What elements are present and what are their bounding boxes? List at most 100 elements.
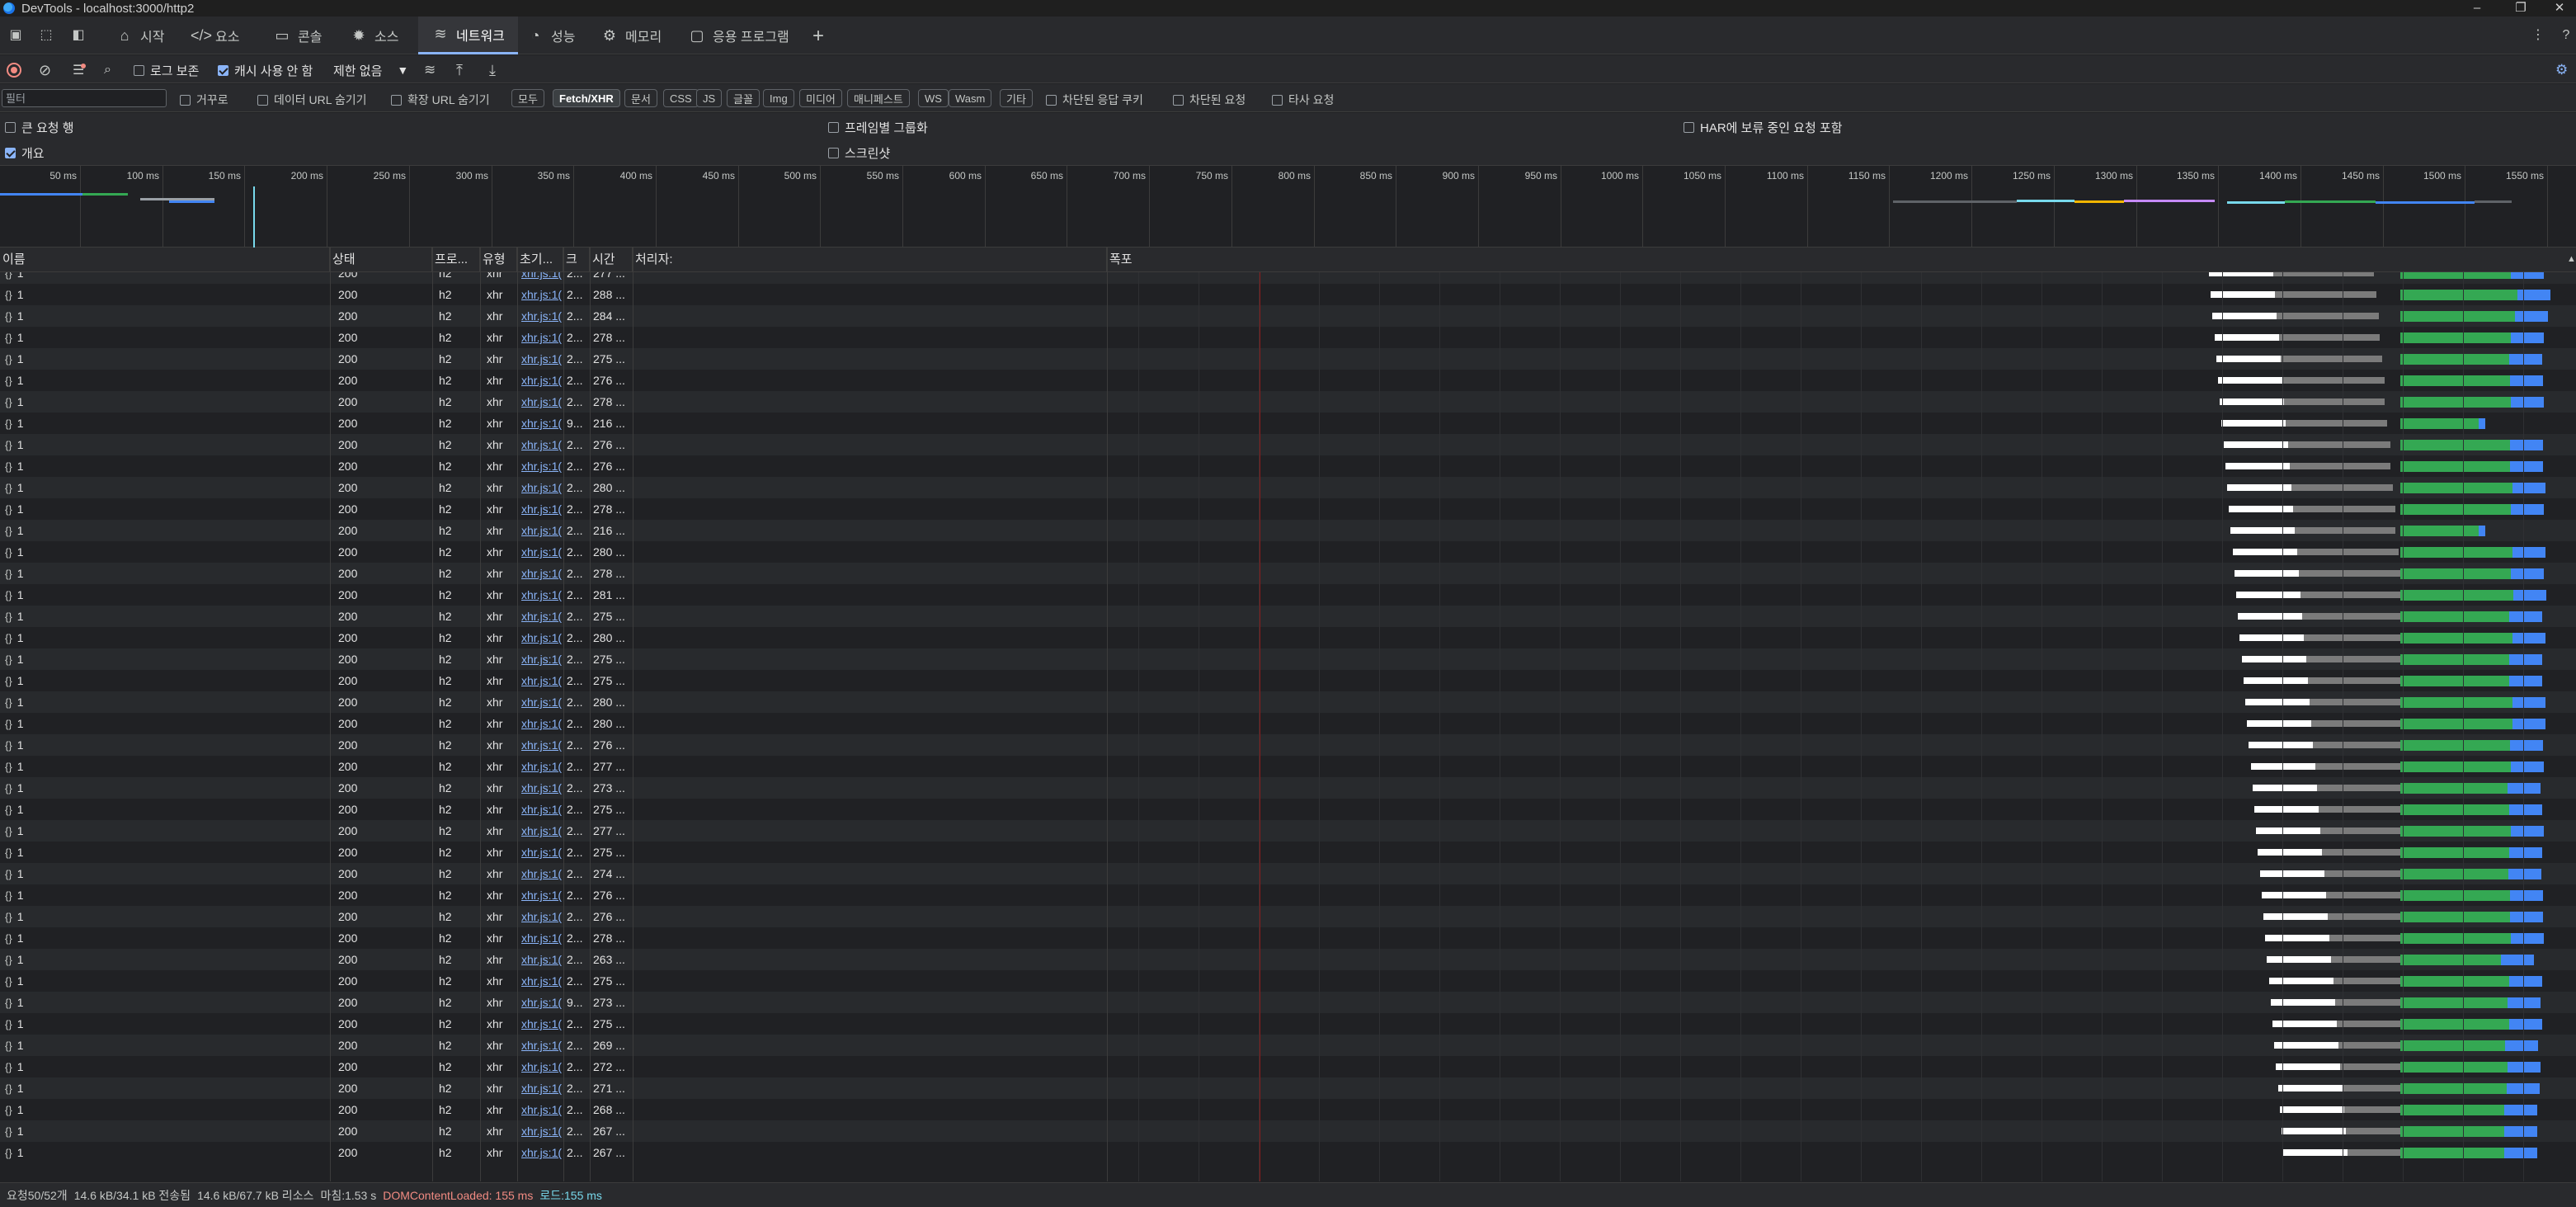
table-row[interactable]: {} 1 200 h2 xhr xhr.js:1(2... 268 ...	[0, 1099, 2576, 1120]
request-name-cell[interactable]: {} 1	[0, 413, 330, 434]
request-name-cell[interactable]: {} 1	[0, 992, 330, 1013]
initiator-link[interactable]: xhr.js:1(	[516, 820, 563, 842]
table-row[interactable]: {} 1 200 h2 xhr xhr.js:1(2... 272 ...	[0, 1056, 2576, 1077]
tab-console[interactable]: ▭ 콘솔	[260, 17, 335, 54]
column-initiator[interactable]: 초기...	[517, 248, 563, 272]
initiator-link[interactable]: xhr.js:1(	[516, 284, 563, 305]
table-row[interactable]: {} 1 200 h2 xhr xhr.js:1(9... 273 ...	[0, 992, 2576, 1013]
table-row[interactable]: {} 1 200 h2 xhr xhr.js:1(2... 267 ...	[0, 1120, 2576, 1142]
inspect-element-icon[interactable]: ⬚	[37, 27, 55, 44]
table-row[interactable]: {} 1 200 h2 xhr xhr.js:1(2... 274 ...	[0, 863, 2576, 884]
column-waterfall[interactable]: 폭포	[1107, 248, 2576, 272]
initiator-link[interactable]: xhr.js:1(	[516, 434, 563, 455]
tab-sources[interactable]: ✹ 소스	[337, 17, 412, 54]
table-row[interactable]: {} 1 200 h2 xhr xhr.js:1(2... 275 ...	[0, 1013, 2576, 1035]
request-name-cell[interactable]: {} 1	[0, 970, 330, 992]
big-rows-checkbox[interactable]: 큰 요청 행	[5, 119, 74, 136]
table-row[interactable]: {} 1 200 h2 xhr xhr.js:1(2... 275 ...	[0, 970, 2576, 992]
request-name-cell[interactable]: {} 1	[0, 627, 330, 648]
har-pending-checkbox[interactable]: HAR에 보류 중인 요청 포함	[1684, 119, 1843, 136]
table-row[interactable]: {} 1 200 h2 xhr xhr.js:1(2... 277 ...	[0, 272, 2576, 284]
table-row[interactable]: {} 1 200 h2 xhr xhr.js:1(2... 275 ...	[0, 648, 2576, 670]
initiator-link[interactable]: xhr.js:1(	[516, 370, 563, 391]
request-name-cell[interactable]: {} 1	[0, 327, 330, 348]
type-filter-button[interactable]: 미디어	[799, 89, 842, 107]
initiator-link[interactable]: xhr.js:1(	[516, 863, 563, 884]
type-filter-button[interactable]: Fetch/XHR	[553, 89, 620, 107]
hide-data-urls-checkbox[interactable]: 데이터 URL 숨기기	[257, 92, 367, 108]
request-name-cell[interactable]: {} 1	[0, 713, 330, 734]
request-name-cell[interactable]: {} 1	[0, 477, 330, 498]
request-name-cell[interactable]: {} 1	[0, 799, 330, 820]
request-name-cell[interactable]: {} 1	[0, 884, 330, 906]
request-name-cell[interactable]: {} 1	[0, 272, 330, 284]
request-name-cell[interactable]: {} 1	[0, 391, 330, 413]
table-row[interactable]: {} 1 200 h2 xhr xhr.js:1(2... 276 ...	[0, 884, 2576, 906]
request-name-cell[interactable]: {} 1	[0, 820, 330, 842]
type-filter-button[interactable]: 모두	[511, 89, 544, 107]
request-name-cell[interactable]: {} 1	[0, 949, 330, 970]
minimize-button[interactable]: –	[2461, 0, 2494, 17]
table-row[interactable]: {} 1 200 h2 xhr xhr.js:1(2... 278 ...	[0, 563, 2576, 584]
table-row[interactable]: {} 1 200 h2 xhr xhr.js:1(2... 278 ...	[0, 927, 2576, 949]
initiator-link[interactable]: xhr.js:1(	[516, 777, 563, 799]
table-row[interactable]: {} 1 200 h2 xhr xhr.js:1(2... 280 ...	[0, 541, 2576, 563]
column-time[interactable]: 시간	[590, 248, 633, 272]
table-row[interactable]: {} 1 200 h2 xhr xhr.js:1(2... 276 ...	[0, 370, 2576, 391]
initiator-link[interactable]: xhr.js:1(	[516, 391, 563, 413]
initiator-link[interactable]: xhr.js:1(	[516, 992, 563, 1013]
request-name-cell[interactable]: {} 1	[0, 734, 330, 756]
initiator-link[interactable]: xhr.js:1(	[516, 1142, 563, 1163]
export-har-button[interactable]: ⤓	[489, 62, 496, 78]
table-row[interactable]: {} 1 200 h2 xhr xhr.js:1(2... 216 ...	[0, 520, 2576, 541]
initiator-link[interactable]: xhr.js:1(	[516, 1077, 563, 1099]
tab-network[interactable]: ≋ 네트워크	[418, 17, 518, 54]
table-row[interactable]: {} 1 200 h2 xhr xhr.js:1(2... 278 ...	[0, 327, 2576, 348]
initiator-link[interactable]: xhr.js:1(	[516, 477, 563, 498]
request-name-cell[interactable]: {} 1	[0, 348, 330, 370]
request-name-cell[interactable]: {} 1	[0, 1035, 330, 1056]
clear-button[interactable]: ⊘	[39, 62, 51, 78]
import-har-button[interactable]: ⤒	[456, 62, 463, 78]
column-protocol[interactable]: 프로...	[432, 248, 480, 272]
request-name-cell[interactable]: {} 1	[0, 370, 330, 391]
add-panel-button[interactable]: +	[812, 25, 824, 48]
initiator-link[interactable]: xhr.js:1(	[516, 949, 563, 970]
third-party-checkbox[interactable]: 타사 요청	[1272, 92, 1334, 108]
table-row[interactable]: {} 1 200 h2 xhr xhr.js:1(2... 278 ...	[0, 391, 2576, 413]
initiator-link[interactable]: xhr.js:1(	[516, 327, 563, 348]
initiator-link[interactable]: xhr.js:1(	[516, 272, 563, 284]
initiator-link[interactable]: xhr.js:1(	[516, 413, 563, 434]
initiator-link[interactable]: xhr.js:1(	[516, 1013, 563, 1035]
initiator-link[interactable]: xhr.js:1(	[516, 1056, 563, 1077]
screenshots-checkbox[interactable]: 스크린샷	[828, 144, 890, 162]
table-row[interactable]: {} 1 200 h2 xhr xhr.js:1(2... 267 ...	[0, 1142, 2576, 1163]
initiator-link[interactable]: xhr.js:1(	[516, 498, 563, 520]
record-button[interactable]	[7, 62, 21, 78]
initiator-link[interactable]: xhr.js:1(	[516, 1120, 563, 1142]
request-name-cell[interactable]: {} 1	[0, 691, 330, 713]
request-name-cell[interactable]: {} 1	[0, 927, 330, 949]
initiator-link[interactable]: xhr.js:1(	[516, 348, 563, 370]
dock-side-icon[interactable]: ◧	[69, 27, 87, 44]
initiator-link[interactable]: xhr.js:1(	[516, 756, 563, 777]
initiator-link[interactable]: xhr.js:1(	[516, 563, 563, 584]
request-name-cell[interactable]: {} 1	[0, 863, 330, 884]
more-options-icon[interactable]: ⋮	[2529, 27, 2547, 44]
table-row[interactable]: {} 1 200 h2 xhr xhr.js:1(2... 280 ...	[0, 477, 2576, 498]
table-row[interactable]: {} 1 200 h2 xhr xhr.js:1(9... 216 ...	[0, 413, 2576, 434]
request-name-cell[interactable]: {} 1	[0, 520, 330, 541]
table-row[interactable]: {} 1 200 h2 xhr xhr.js:1(2... 280 ...	[0, 627, 2576, 648]
table-row[interactable]: {} 1 200 h2 xhr xhr.js:1(2... 276 ...	[0, 906, 2576, 927]
request-name-cell[interactable]: {} 1	[0, 305, 330, 327]
initiator-link[interactable]: xhr.js:1(	[516, 713, 563, 734]
column-status[interactable]: 상태	[330, 248, 432, 272]
request-name-cell[interactable]: {} 1	[0, 455, 330, 477]
request-name-cell[interactable]: {} 1	[0, 1099, 330, 1120]
tab-memory[interactable]: ⚙ 메모리	[587, 17, 675, 54]
request-name-cell[interactable]: {} 1	[0, 670, 330, 691]
initiator-link[interactable]: xhr.js:1(	[516, 305, 563, 327]
table-row[interactable]: {} 1 200 h2 xhr xhr.js:1(2... 276 ...	[0, 734, 2576, 756]
initiator-link[interactable]: xhr.js:1(	[516, 606, 563, 627]
tab-elements[interactable]: </> 요소	[177, 17, 252, 54]
